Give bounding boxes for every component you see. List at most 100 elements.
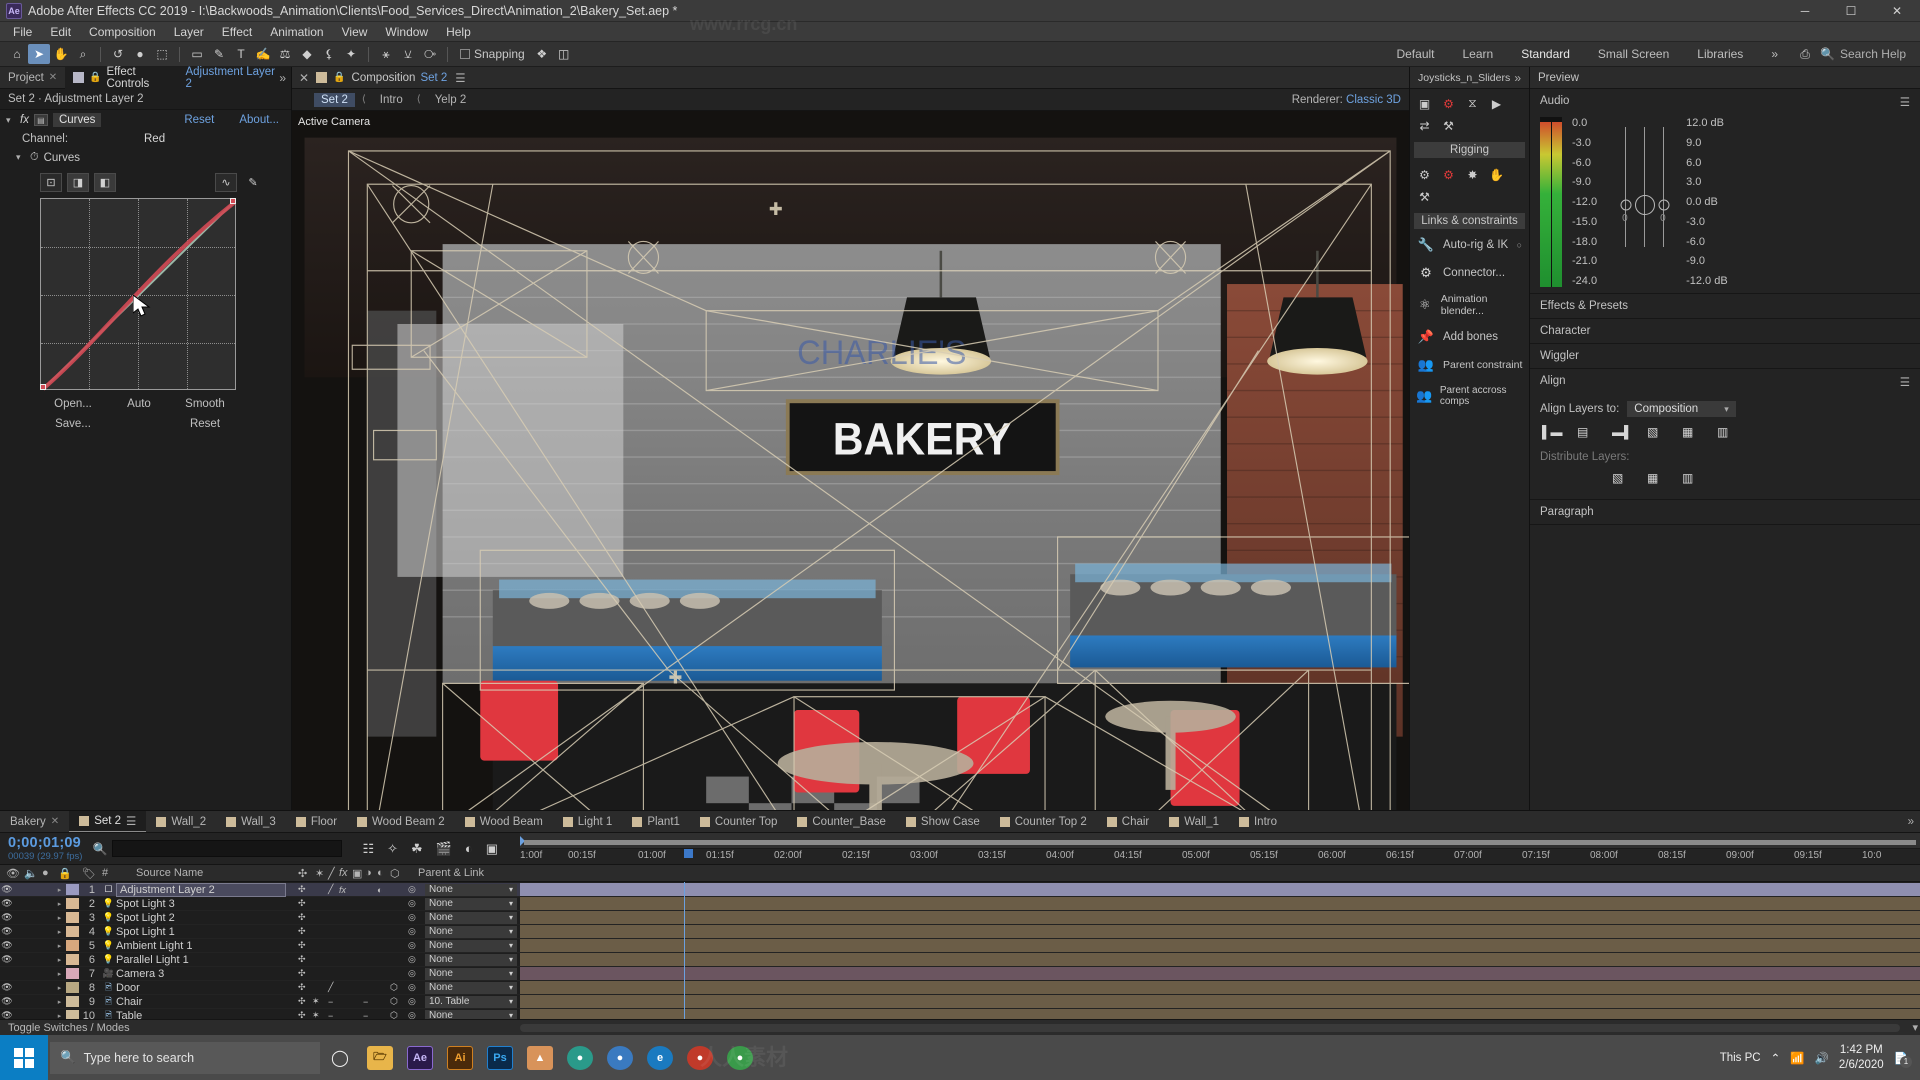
timeline-tab-counter-top-2[interactable]: Counter Top 2 (990, 811, 1097, 832)
lock-icon[interactable]: 🔒 (89, 72, 101, 83)
rig-item-auto-rig-ik[interactable]: 🔧 Auto-rig & IK ○ (1410, 231, 1529, 259)
menu-item-layer[interactable]: Layer (165, 23, 213, 41)
curve-half-tool-icon[interactable]: ◨ (67, 173, 89, 192)
about-link[interactable]: About... (239, 114, 279, 126)
timeline-search-input[interactable] (112, 840, 343, 857)
layer-color-swatch[interactable] (66, 898, 79, 909)
layer-collapse-switch[interactable]: ✶ (312, 996, 320, 1007)
wifi-icon[interactable]: 📶 (1790, 1051, 1804, 1065)
start-button[interactable] (0, 1035, 48, 1080)
effect-disclosure-icon[interactable]: ▾ (6, 115, 15, 126)
timeline-tab-wall3[interactable]: Wall_3 (216, 811, 286, 832)
layer-color-swatch[interactable] (66, 926, 79, 937)
timeline-tab-wood-beam-2[interactable]: Wood Beam 2 (347, 811, 455, 832)
parent-pick-whip-icon[interactable]: ◎ (408, 912, 416, 923)
type-tool-icon[interactable]: T (230, 44, 252, 64)
layer-name[interactable]: Spot Light 1 (116, 926, 286, 938)
hand-tool-icon[interactable]: ✋ (50, 44, 72, 64)
rig-item-parent-across-comps[interactable]: 👥 Parent accross comps (1410, 379, 1529, 413)
illustrator-icon[interactable]: Ai (440, 1035, 480, 1080)
parent-pick-whip-icon[interactable]: ◎ (408, 1010, 416, 1019)
layer-visibility-icon[interactable]: 👁 (0, 940, 14, 951)
audio-slider-left-knob[interactable] (1620, 199, 1632, 211)
layer-3d-switch[interactable]: ✣ (298, 912, 306, 923)
timeline-tab-intro[interactable]: Intro (1229, 811, 1287, 832)
options-dot-icon[interactable]: ○ (1517, 240, 1522, 250)
timeline-layer-rows[interactable]: 👁 ▸ 1 ☐ Adjustment Layer 2 ✣ ╱ fx ◐ ◎ No… (0, 882, 1920, 1019)
align-layers-to-select[interactable]: Composition ▾ (1627, 401, 1736, 417)
layer-3d-switch[interactable]: ✣ (298, 940, 306, 951)
table-row[interactable]: 👁 ▸ 9 🖻 Chair ✣ ✶ − − ⬡ ◎ 10. Table ▾ (0, 995, 1920, 1009)
timeline-tab-counter-base[interactable]: Counter_Base (787, 811, 896, 832)
table-row[interactable]: 👁 ▸ 3 💡 Spot Light 2 ✣ ◎ None ▾ (0, 911, 1920, 925)
timeline-tab-chair[interactable]: Chair (1097, 811, 1159, 832)
app-red-icon[interactable]: ● (680, 1035, 720, 1080)
table-row[interactable]: 👁 ▸ 4 💡 Spot Light 1 ✣ ◎ None ▾ (0, 925, 1920, 939)
timeline-tab-counter-top[interactable]: Counter Top (690, 811, 787, 832)
layer-visibility-icon[interactable]: 👁 (0, 898, 14, 909)
layer-duration-bar[interactable] (520, 995, 1920, 1008)
tab-menu-icon[interactable]: ☰ (126, 814, 136, 828)
distribute-vcenter-icon[interactable]: ▦ (1647, 471, 1664, 485)
bone-icon[interactable]: ⚙ (1414, 165, 1435, 184)
parent-pick-whip-icon[interactable]: ◎ (408, 940, 416, 951)
taskbar-clock[interactable]: 1:42 PM 2/6/2020 (1839, 1043, 1884, 1072)
rig-item-connector[interactable]: ⚙ Connector... (1410, 259, 1529, 287)
layer-color-swatch[interactable] (66, 912, 79, 923)
align-top-icon[interactable]: ▧ (1647, 425, 1664, 439)
stopwatch-icon[interactable]: ⏱ (30, 151, 39, 164)
layer-disclosure-icon[interactable]: ▸ (53, 970, 66, 978)
after-effects-icon[interactable]: Ae (400, 1035, 440, 1080)
panel-menu-chevron-icon[interactable]: » (279, 71, 286, 85)
parent-select[interactable]: None ▾ (425, 981, 517, 994)
rig-tool-2-icon[interactable]: ⚺ (397, 44, 419, 64)
layer-collapse-switch[interactable]: ✶ (312, 1010, 320, 1019)
video-toggle-icon[interactable]: 👁 (6, 867, 20, 880)
timeline-tab-wood-beam[interactable]: Wood Beam (455, 811, 553, 832)
align-hcenter-icon[interactable]: ▤ (1577, 425, 1594, 439)
layer-duration-bar[interactable] (520, 953, 1920, 966)
tab-effect-controls[interactable]: 🔒 Effect Controls Adjustment Layer 2 (65, 66, 291, 90)
audio-slider-master-knob[interactable] (1634, 195, 1655, 215)
audio-sliders[interactable]: 0 0 (1620, 117, 1670, 287)
curve-pencil-tool-icon[interactable]: ✎ (242, 173, 264, 192)
parent-pick-whip-icon[interactable]: ◎ (408, 968, 416, 979)
motion-blur-icon[interactable]: ◐ (465, 841, 473, 857)
app-orange-icon[interactable]: ▲ (520, 1035, 560, 1080)
snapping-toggle[interactable]: Snapping (454, 47, 531, 61)
table-row[interactable]: 👁 ▸ 2 💡 Spot Light 3 ✣ ◎ None ▾ (0, 897, 1920, 911)
channel-value[interactable]: Red (144, 133, 165, 145)
menu-item-edit[interactable]: Edit (41, 23, 80, 41)
curves-open-button[interactable]: Open... (40, 398, 106, 410)
table-row[interactable]: 👁 ▸ 8 🖻 Door ✣ ╱ ⬡ ◎ None ▾ (0, 981, 1920, 995)
timeline-zoom-icon[interactable]: ▾ (1912, 1021, 1918, 1034)
layer-name[interactable]: Ambient Light 1 (116, 940, 286, 952)
character-panel[interactable]: Character (1530, 319, 1920, 344)
parent-select[interactable]: None ▾ (425, 925, 517, 938)
renderer-value[interactable]: Classic 3D (1346, 94, 1401, 106)
label-column-icon[interactable]: 🏷 (82, 867, 96, 880)
timeline-tab-wall1[interactable]: Wall_1 (1159, 811, 1229, 832)
curve-diagonal-tool-icon[interactable]: ◧ (94, 173, 116, 192)
breadcrumb-set2[interactable]: Set 2 (314, 92, 355, 107)
align-left-icon[interactable]: ▌▬ (1542, 425, 1563, 439)
clone-stamp-icon[interactable]: ⚖ (274, 44, 296, 64)
timeline-playhead[interactable] (684, 882, 685, 1019)
layer-name[interactable]: Parallel Light 1 (116, 954, 286, 966)
rig-wrench-icon[interactable]: ⚒ (1438, 116, 1459, 135)
workspace-libraries[interactable]: Libraries (1685, 45, 1755, 63)
timeline-tab-show-case[interactable]: Show Case (896, 811, 990, 832)
curves-save-button[interactable]: Save... (40, 418, 106, 430)
layer-disclosure-icon[interactable]: ▸ (53, 900, 66, 908)
curves-disclosure-icon[interactable]: ▾ (16, 152, 25, 163)
layer-motionblur-switch[interactable]: − (363, 1011, 368, 1020)
workspace-edit-icon[interactable]: ⎙ (1794, 44, 1816, 64)
layer-disclosure-icon[interactable]: ▸ (53, 984, 66, 992)
reset-link[interactable]: Reset (184, 114, 214, 126)
composition-mini-flowchart-icon[interactable]: ☷ (362, 841, 374, 857)
menu-item-window[interactable]: Window (376, 23, 437, 41)
layer-visibility-icon[interactable]: 👁 (0, 954, 14, 965)
layer-quality-switch[interactable]: ╱ (328, 884, 333, 895)
pen-tool-icon[interactable]: ✎ (208, 44, 230, 64)
layer-visibility-icon[interactable]: 👁 (0, 996, 14, 1007)
